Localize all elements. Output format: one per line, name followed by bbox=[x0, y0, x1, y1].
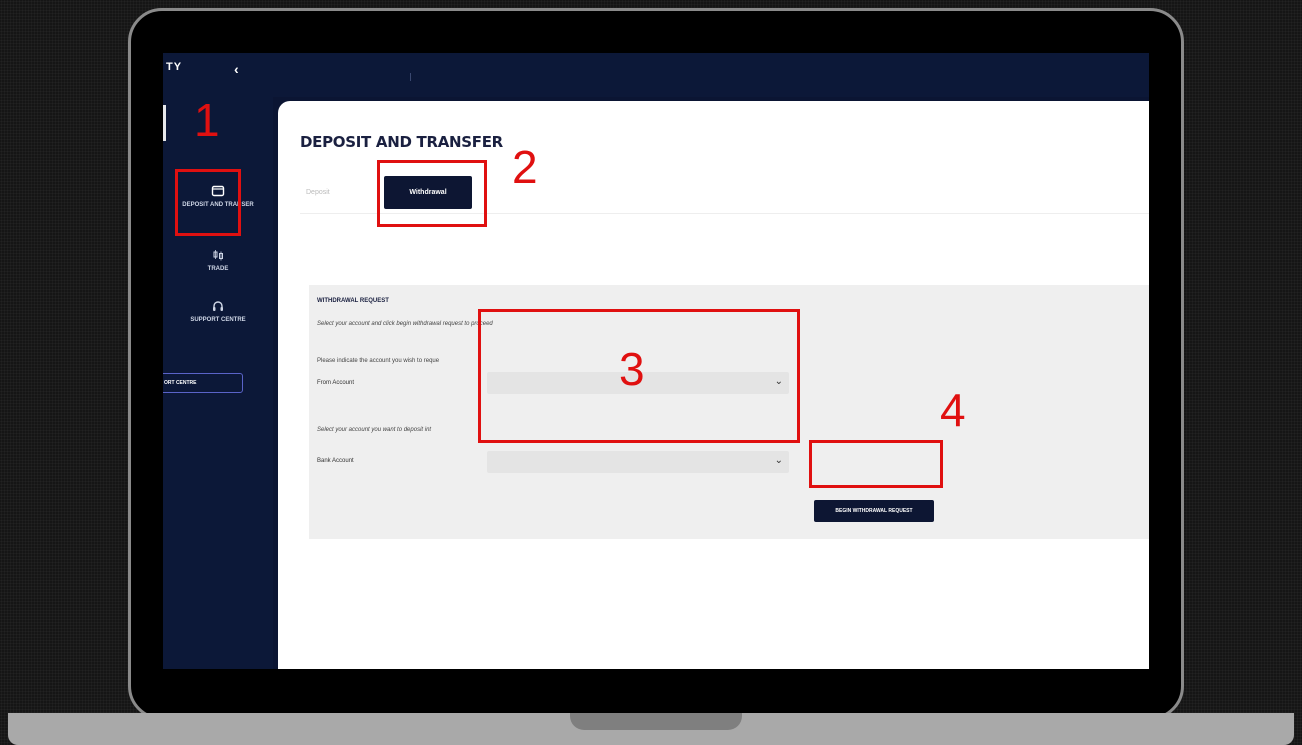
annotation-box-4 bbox=[809, 440, 943, 488]
support-centre-button[interactable]: ORT CENTRE bbox=[163, 373, 243, 393]
logo-text: TY bbox=[166, 61, 183, 73]
from-account-label: From Account bbox=[317, 380, 355, 386]
bank-account-select[interactable]: ⌄ bbox=[487, 451, 789, 473]
annotation-box-2 bbox=[377, 160, 487, 227]
collapse-sidebar-icon[interactable]: ‹ bbox=[234, 61, 239, 77]
begin-withdrawal-label: BEGIN WITHDRAWAL REQUEST bbox=[835, 508, 913, 514]
deposit-account-prompt: Select your account you want to deposit … bbox=[317, 427, 432, 433]
sidebar-item-label: TRADE bbox=[207, 266, 229, 272]
tab-deposit[interactable]: Deposit bbox=[306, 189, 330, 196]
top-bar bbox=[273, 53, 1149, 97]
bank-account-label: Bank Account bbox=[317, 458, 354, 464]
annotation-number-2: 2 bbox=[512, 141, 538, 193]
candlestick-icon bbox=[213, 250, 223, 261]
chevron-down-icon: ⌄ bbox=[774, 455, 783, 466]
headset-icon bbox=[213, 301, 223, 311]
sidebar-item-trade[interactable]: TRADE bbox=[173, 249, 263, 273]
from-account-prompt: Please indicate the account you wish to … bbox=[317, 358, 440, 364]
topbar-divider bbox=[410, 73, 411, 81]
annotation-number-3: 3 bbox=[619, 343, 645, 395]
sidebar-item-support[interactable]: SUPPORT CENTRE bbox=[173, 300, 263, 324]
form-subtitle: Select your account and click begin with… bbox=[317, 321, 493, 327]
support-centre-label: ORT CENTRE bbox=[164, 380, 197, 386]
laptop-notch bbox=[570, 713, 742, 730]
annotation-number-4: 4 bbox=[940, 384, 966, 436]
form-title: WITHDRAWAL REQUEST bbox=[317, 298, 389, 304]
annotation-number-1: 1 bbox=[194, 94, 220, 146]
annotation-box-1 bbox=[175, 169, 241, 236]
sidebar-item-label: SUPPORT CENTRE bbox=[190, 317, 246, 323]
page-title: DEPOSIT AND TRANSFER bbox=[300, 133, 503, 151]
begin-withdrawal-button[interactable]: BEGIN WITHDRAWAL REQUEST bbox=[814, 500, 934, 522]
avatar bbox=[163, 105, 172, 141]
